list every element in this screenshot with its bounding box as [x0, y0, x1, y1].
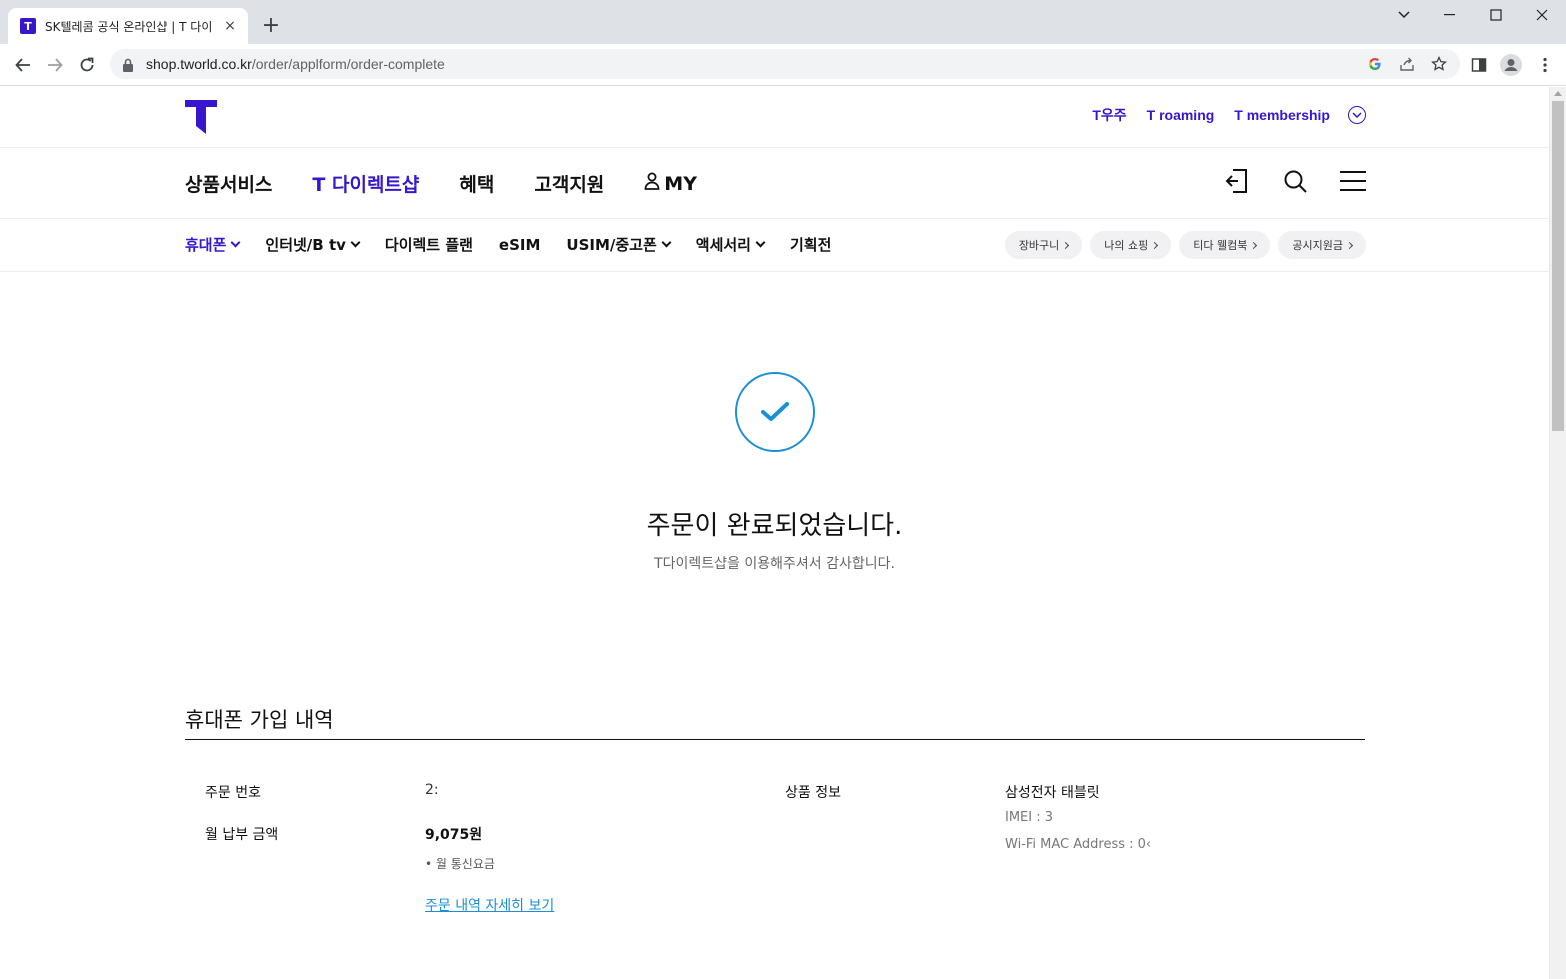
gnb-icons [1224, 168, 1366, 194]
product-imei: IMEI : 3 [1005, 810, 1054, 825]
order-number-value: 2: [425, 782, 439, 798]
section-divider [185, 739, 1365, 740]
order-detail-link[interactable]: 주문 내역 자세히 보기 [425, 895, 554, 915]
minimize-icon[interactable] [1427, 0, 1473, 30]
chevron-right-icon [1345, 241, 1354, 249]
chevron-down-icon [755, 237, 766, 248]
logout-icon[interactable] [1224, 168, 1250, 194]
scrollbar-thumb[interactable] [1552, 101, 1564, 431]
monthly-payment-label: 월 납부 금액 [205, 827, 279, 843]
close-window-icon[interactable] [1519, 0, 1565, 30]
browser-titlebar: T SK텔레콤 공식 온라인샵 | T 다이 × + [0, 0, 1566, 44]
profile-avatar-icon[interactable] [1499, 53, 1523, 77]
lnb-item-usim-label: USIM/중고폰 [566, 236, 657, 254]
tworld-logo[interactable] [185, 100, 217, 134]
troaming-link[interactable]: T roaming [1147, 107, 1215, 123]
reload-icon[interactable] [72, 50, 102, 80]
chevron-down-icon [661, 237, 672, 248]
user-icon [644, 172, 660, 195]
utility-links: T우주 T roaming T membership [1092, 105, 1366, 125]
monthly-payment-value: 9,075원 [425, 827, 483, 843]
order-complete-title: 주문이 완료되었습니다. [646, 511, 903, 541]
url-host: shop.tworld.co.kr [146, 56, 252, 72]
check-circle-icon [735, 372, 815, 452]
address-bar[interactable]: shop.tworld.co.kr/order/applform/order-c… [110, 49, 1460, 79]
chevron-right-icon [1250, 241, 1258, 249]
tuju-link[interactable]: T우주 [1092, 105, 1126, 125]
maximize-icon[interactable] [1473, 0, 1519, 30]
lnb-item-esim[interactable]: eSIM [499, 236, 540, 254]
google-icon[interactable] [1366, 55, 1384, 73]
pill-cart[interactable]: 장바구니 [1004, 231, 1083, 259]
hamburger-menu-icon[interactable] [1340, 168, 1366, 194]
product-wifi-mac: Wi-Fi MAC Address : 0‹ [1005, 837, 1152, 852]
chevron-right-icon [1062, 241, 1070, 249]
browser-tab[interactable]: T SK텔레콤 공식 온라인샵 | T 다이 × [8, 8, 248, 44]
lock-icon [122, 57, 134, 72]
pill-my-shopping[interactable]: 나의 쇼핑 [1090, 231, 1172, 259]
pill-welcome-book[interactable]: 티다 웰컴북 [1179, 231, 1271, 259]
chevron-down-icon [230, 237, 241, 248]
page-scrollbar[interactable] [1549, 87, 1566, 979]
url-text: shop.tworld.co.kr/order/applform/order-c… [146, 56, 445, 72]
gnb-item-my[interactable]: MY [644, 170, 697, 197]
search-icon[interactable] [1282, 168, 1308, 194]
tab-close-icon[interactable]: × [222, 18, 238, 34]
pill-subsidy[interactable]: 공시지원금 [1278, 231, 1366, 259]
bookmark-star-icon[interactable] [1430, 55, 1448, 73]
new-tab-button[interactable]: + [258, 12, 284, 38]
lnb-item-phone-label: 휴대폰 [185, 236, 227, 254]
lnb-item-exhibition[interactable]: 기획전 [790, 234, 831, 255]
gnb-item-support[interactable]: 고객지원 [534, 170, 604, 197]
share-icon[interactable] [1398, 55, 1416, 73]
product-info-label: 상품 정보 [785, 785, 841, 801]
gnb-item-direct-shop[interactable]: T 다이렉트샵 [312, 170, 419, 197]
order-number-label: 주문 번호 [205, 785, 261, 801]
lnb-item-internet[interactable]: 인터넷/B tv [265, 234, 361, 255]
url-path: /order/applform/order-complete [251, 56, 445, 72]
forward-icon[interactable] [40, 50, 70, 80]
tab-search-icon[interactable] [1381, 0, 1427, 30]
side-panel-icon[interactable] [1467, 53, 1491, 77]
section-title: 휴대폰 가입 내역 [185, 708, 334, 732]
tab-favicon: T [20, 18, 36, 34]
lnb-item-phone[interactable]: 휴대폰 [185, 234, 241, 255]
pill-cart-label: 장바구니 [1018, 239, 1060, 252]
gnb-item-benefits[interactable]: 혜택 [459, 170, 494, 197]
tab-title: SK텔레콤 공식 온라인샵 | T 다이 [45, 19, 213, 34]
pill-welcome-book-label: 티다 웰컴북 [1193, 239, 1248, 252]
product-name: 삼성전자 태블릿 [1005, 785, 1100, 801]
browser-toolbar: shop.tworld.co.kr/order/applform/order-c… [0, 44, 1566, 86]
lnb-item-usim[interactable]: USIM/중고폰 [566, 234, 672, 255]
browser-menu-icon[interactable] [1533, 53, 1557, 77]
global-nav: 상품서비스 T 다이렉트샵 혜택 고객지원 MY [0, 147, 1549, 219]
quick-links: 장바구니 나의 쇼핑 티다 웰컴북 공시지원금 [1004, 231, 1366, 259]
pill-my-shopping-label: 나의 쇼핑 [1104, 239, 1149, 252]
lnb-item-accessory[interactable]: 액세서리 [695, 234, 766, 255]
local-nav-menu: 휴대폰 인터넷/B tv 다이렉트 플랜 eSIM USIM/중고폰 액세서리 … [185, 234, 831, 255]
page-content: T우주 T roaming T membership 상품서비스 T 다이렉트샵… [0, 87, 1549, 979]
chevron-right-icon [1151, 241, 1159, 249]
util-more-chevron-icon[interactable] [1348, 106, 1366, 124]
scroll-up-arrow-icon[interactable] [1554, 91, 1562, 96]
lnb-item-internet-label: 인터넷/B tv [265, 236, 346, 254]
chevron-down-icon [350, 237, 361, 248]
pill-subsidy-label: 공시지원금 [1292, 239, 1343, 252]
gnb-item-my-label: MY [664, 172, 697, 195]
lnb-item-direct-plan[interactable]: 다이렉트 플랜 [385, 234, 473, 255]
local-nav: 휴대폰 인터넷/B tv 다이렉트 플랜 eSIM USIM/중고폰 액세서리 … [0, 219, 1549, 272]
back-icon[interactable] [8, 50, 38, 80]
order-complete-subtitle: T다이렉트샵을 이용해주셔서 감사합니다. [654, 556, 895, 572]
monthly-payment-note: • 월 통신요금 [425, 857, 495, 871]
tmembership-link[interactable]: T membership [1234, 107, 1330, 123]
gnb-item-products[interactable]: 상품서비스 [185, 170, 272, 197]
global-nav-menu: 상품서비스 T 다이렉트샵 혜택 고객지원 MY [185, 170, 697, 197]
lnb-item-accessory-label: 액세서리 [695, 236, 751, 254]
